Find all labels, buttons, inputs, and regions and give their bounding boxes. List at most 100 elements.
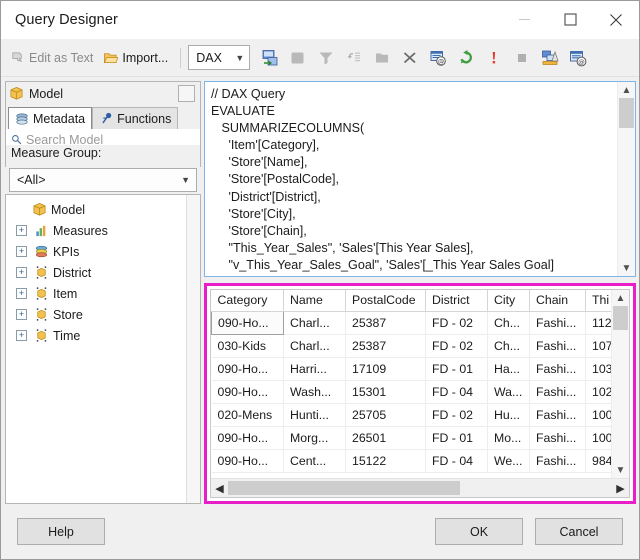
cell-name[interactable]: Cent... bbox=[283, 449, 346, 473]
dax-query-editor[interactable]: // DAX Query EVALUATE SUMMARIZECOLUMNS( … bbox=[204, 81, 636, 277]
expander-icon[interactable]: + bbox=[16, 225, 27, 236]
results-hscroll-track[interactable] bbox=[228, 479, 612, 497]
close-button[interactable] bbox=[593, 2, 639, 38]
scroll-up-icon[interactable]: ▲ bbox=[612, 290, 629, 306]
table-row[interactable]: 090-Ho... Harri... 17109 FD - 01 Ha... F… bbox=[211, 357, 611, 381]
cell-district[interactable]: FD - 02 bbox=[425, 334, 488, 358]
cell-postalcode[interactable]: 15301 bbox=[345, 380, 426, 404]
delete-icon[interactable] bbox=[397, 45, 423, 71]
refresh-fields-icon[interactable] bbox=[453, 45, 479, 71]
cell-thisyearsales[interactable]: 984 bbox=[585, 449, 611, 473]
expander-icon[interactable]: + bbox=[16, 309, 27, 320]
stop-icon[interactable] bbox=[509, 45, 535, 71]
query-vertical-scrollbar[interactable]: ▲ ▼ bbox=[617, 82, 635, 276]
cell-thisyearsales[interactable]: 103 bbox=[585, 357, 611, 381]
expander-icon[interactable]: + bbox=[16, 330, 27, 341]
cell-name[interactable]: Morg... bbox=[283, 426, 346, 450]
table-row[interactable]: 090-Ho... Wash... 15301 FD - 04 Wa... Fa… bbox=[211, 380, 611, 404]
cell-category[interactable]: 090-Ho... bbox=[211, 426, 284, 450]
column-header-chain[interactable]: Chain bbox=[529, 290, 586, 312]
delete-group-icon[interactable] bbox=[369, 45, 395, 71]
cell-thisyearsales[interactable]: 102 bbox=[585, 380, 611, 404]
query-language-select[interactable]: DAX ▼ bbox=[188, 45, 251, 70]
tree-node-kpis[interactable]: + KPIs bbox=[8, 241, 198, 262]
cell-postalcode[interactable]: 25387 bbox=[345, 311, 426, 335]
tree-vertical-scrollbar[interactable] bbox=[186, 195, 200, 503]
table-row[interactable]: 090-Ho... Charl... 25387 FD - 02 Ch... F… bbox=[211, 310, 611, 335]
results-scroll-thumb[interactable] bbox=[613, 306, 628, 330]
cell-name[interactable]: Harri... bbox=[283, 357, 346, 381]
cell-chain[interactable]: Fashi... bbox=[529, 380, 586, 404]
table-row[interactable]: 090-Ho... Morg... 26501 FD - 01 Mo... Fa… bbox=[211, 426, 611, 450]
scroll-down-icon[interactable]: ▼ bbox=[618, 260, 635, 276]
tree-node-model[interactable]: + Model bbox=[8, 199, 198, 220]
expander-icon[interactable]: + bbox=[16, 267, 27, 278]
cell-thisyearsales[interactable]: 107 bbox=[585, 334, 611, 358]
query-scroll-thumb[interactable] bbox=[619, 98, 634, 128]
cell-name[interactable]: Hunti... bbox=[283, 403, 346, 427]
minimize-button[interactable] bbox=[501, 2, 547, 38]
panel-pin-button[interactable] bbox=[178, 85, 195, 102]
cell-thisyearsales[interactable]: 100 bbox=[585, 426, 611, 450]
import-button[interactable]: Import... bbox=[98, 45, 173, 71]
cell-thisyearsales[interactable]: 112 bbox=[585, 311, 611, 335]
scroll-up-icon[interactable]: ▲ bbox=[618, 82, 635, 98]
query-scroll-track[interactable] bbox=[618, 98, 635, 260]
table-row[interactable]: 090-Ho... Cent... 15122 FD - 04 We... Fa… bbox=[211, 449, 611, 473]
dax-query-text[interactable]: // DAX Query EVALUATE SUMMARIZECOLUMNS( … bbox=[205, 82, 617, 276]
cell-district[interactable]: FD - 02 bbox=[425, 403, 488, 427]
query-parameters-icon[interactable]: @ bbox=[565, 45, 591, 71]
edit-as-text-button[interactable]: Edit as Text bbox=[5, 45, 98, 71]
cell-category[interactable]: 090-Ho... bbox=[211, 310, 284, 335]
scroll-left-icon[interactable]: ◀ bbox=[211, 482, 228, 495]
cell-city[interactable]: Ch... bbox=[487, 311, 530, 335]
cell-district[interactable]: FD - 04 bbox=[425, 449, 488, 473]
tree-node-measures[interactable]: + Measures bbox=[8, 220, 198, 241]
column-header-city[interactable]: City bbox=[487, 290, 530, 312]
cell-thisyearsales[interactable]: 100 bbox=[585, 403, 611, 427]
cell-district[interactable]: FD - 02 bbox=[425, 311, 488, 335]
column-header-thisyearsales[interactable]: Thi bbox=[585, 290, 611, 312]
column-header-category[interactable]: Category bbox=[211, 290, 284, 312]
cell-category[interactable]: 090-Ho... bbox=[211, 380, 284, 404]
cell-district[interactable]: FD - 01 bbox=[425, 426, 488, 450]
cell-name[interactable]: Wash... bbox=[283, 380, 346, 404]
cell-city[interactable]: We... bbox=[487, 449, 530, 473]
cell-chain[interactable]: Fashi... bbox=[529, 311, 586, 335]
tab-metadata[interactable]: Metadata bbox=[8, 107, 93, 129]
results-horizontal-scrollbar[interactable]: ◀ ▶ bbox=[211, 478, 629, 497]
cell-postalcode[interactable]: 17109 bbox=[345, 357, 426, 381]
cell-name[interactable]: Charl... bbox=[283, 311, 346, 335]
design-mode-icon[interactable] bbox=[537, 45, 563, 71]
cell-city[interactable]: Ch... bbox=[487, 334, 530, 358]
edit-as-text-query-icon[interactable]: @ bbox=[425, 45, 451, 71]
column-header-district[interactable]: District bbox=[425, 290, 488, 312]
tree-node-store[interactable]: + Store bbox=[8, 304, 198, 325]
tree-node-district[interactable]: + District bbox=[8, 262, 198, 283]
expander-icon[interactable]: + bbox=[16, 246, 27, 257]
filter-icon[interactable] bbox=[313, 45, 339, 71]
cell-city[interactable]: Mo... bbox=[487, 426, 530, 450]
cell-district[interactable]: FD - 01 bbox=[425, 357, 488, 381]
help-button[interactable]: Help bbox=[17, 518, 105, 545]
cell-category[interactable]: 030-Kids bbox=[211, 334, 284, 358]
cell-postalcode[interactable]: 25387 bbox=[345, 334, 426, 358]
cell-category[interactable]: 090-Ho... bbox=[211, 357, 284, 381]
cell-postalcode[interactable]: 15122 bbox=[345, 449, 426, 473]
column-header-name[interactable]: Name bbox=[283, 290, 346, 312]
results-scroll-track[interactable] bbox=[612, 306, 629, 462]
ok-button[interactable]: OK bbox=[435, 518, 523, 545]
table-row[interactable]: 030-Kids Charl... 25387 FD - 02 Ch... Fa… bbox=[211, 334, 611, 358]
tab-functions[interactable]: Functions bbox=[92, 107, 179, 129]
cell-chain[interactable]: Fashi... bbox=[529, 426, 586, 450]
tree-node-item[interactable]: + Item bbox=[8, 283, 198, 304]
cell-district[interactable]: FD - 04 bbox=[425, 380, 488, 404]
scroll-down-icon[interactable]: ▼ bbox=[612, 462, 629, 478]
cell-name[interactable]: Charl... bbox=[283, 334, 346, 358]
results-vertical-scrollbar[interactable]: ▲ ▼ bbox=[611, 290, 629, 478]
cell-category[interactable]: 020-Mens bbox=[211, 403, 284, 427]
model-tree[interactable]: + Model + bbox=[5, 194, 201, 504]
cell-chain[interactable]: Fashi... bbox=[529, 449, 586, 473]
auto-detect-icon[interactable] bbox=[341, 45, 367, 71]
cell-city[interactable]: Hu... bbox=[487, 403, 530, 427]
